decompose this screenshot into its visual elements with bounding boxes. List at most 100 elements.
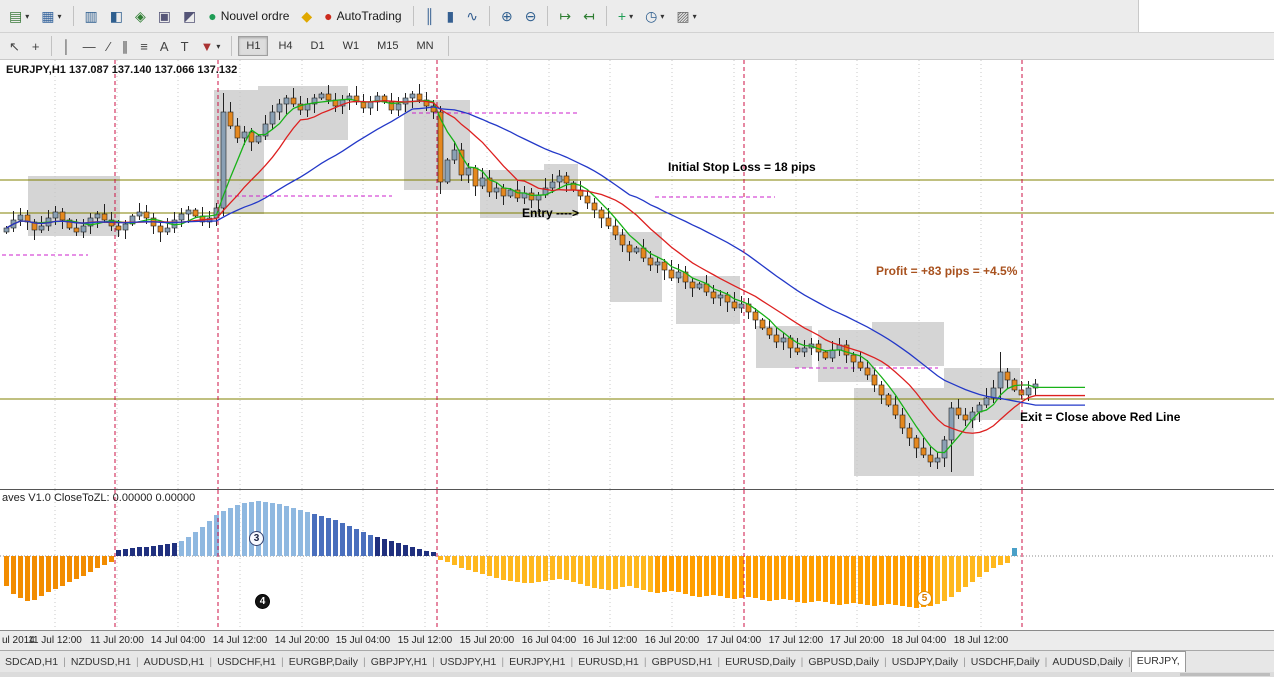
candlestick-chart-icon[interactable]: ▮ [442, 4, 460, 28]
toolbar-drawing: ↖ + │ ― ∕ ∥ ≡ A T ▼ ▾ H1 H4 D1 W1 M15 MN [0, 33, 1274, 60]
market-watch-icon: ▥ [84, 8, 98, 24]
line-chart-icon: ∿ [466, 8, 478, 24]
vertical-gridlines [54, 60, 982, 489]
chart-tab-eurusd-daily[interactable]: EURUSD,Daily [720, 653, 801, 671]
annotation-entry: Entry ----> [522, 206, 579, 220]
terminal-icon[interactable]: ▣ [153, 4, 176, 28]
caret-down-icon[interactable]: ▾ [693, 12, 697, 21]
vertical-line-icon[interactable]: │ [58, 36, 76, 57]
profiles-icon[interactable]: ▦ ▾ [36, 4, 66, 28]
zoom-out-icon[interactable]: ⊖ [520, 4, 542, 28]
templates-icon: ▨ [676, 8, 690, 24]
chart-tab-usdjpy-daily[interactable]: USDJPY,Daily [887, 653, 963, 671]
price-chart-canvas[interactable] [0, 60, 1274, 489]
new-order-button[interactable]: ● Nouvel ordre [203, 4, 294, 28]
zoom-in-icon[interactable]: ⊕ [496, 4, 518, 28]
wave-marker-5: 5 [917, 591, 932, 606]
timeframe-w1[interactable]: W1 [335, 36, 368, 56]
indicator-label: aves V1.0 CloseToZL: 0.00000 0.00000 [2, 492, 196, 504]
bar-chart-icon[interactable]: ║ [420, 4, 440, 28]
drawing-tools-group: ↖ + │ ― ∕ ∥ ≡ A T ▼ ▾ [3, 36, 237, 57]
cursor-icon: ↖ [9, 38, 20, 54]
toolbar-separator [412, 6, 414, 26]
strategy-tester-icon[interactable]: ◩ [178, 4, 201, 28]
mt4-window: ▤ ▾ ▦ ▾ ▥ ◧ ◈ ▣ ◩ ● Nouvel ordre ◆ ● AutoTrading ║ ▮ ∿ ⊕ ⊖… [0, 0, 1274, 677]
caret-down-icon[interactable]: ▾ [25, 12, 29, 21]
navigator-icon[interactable]: ◈ [130, 4, 151, 28]
toolbar-separator [605, 6, 607, 26]
time-tick-label: 18 Jul 12:00 [953, 635, 1009, 646]
new-order-button-label: Nouvel ordre [220, 9, 290, 23]
equidistant-channel-icon[interactable]: ∥ [117, 36, 134, 57]
periods-icon: ◷ [645, 8, 658, 24]
autotrading-button[interactable]: ● AutoTrading [319, 4, 406, 28]
chart-tab-nzdusd-h1[interactable]: NZDUSD,H1 [66, 653, 136, 671]
arrows-icon[interactable]: ▼ ▾ [196, 36, 226, 57]
wave-marker-3: 3 [249, 531, 264, 546]
new-order-button: ● [208, 8, 217, 24]
fibonacci-icon[interactable]: ≡ [135, 36, 153, 57]
chart-tab-eurusd-h1[interactable]: EURUSD,H1 [573, 653, 644, 671]
new-chart-icon[interactable]: ▤ ▾ [4, 4, 34, 28]
timeframe-h4[interactable]: H4 [270, 36, 300, 56]
periods-icon[interactable]: ◷ ▾ [640, 4, 669, 28]
toolbar-separator [50, 36, 52, 56]
chart-tab-audusd-daily[interactable]: AUDUSD,Daily [1047, 653, 1128, 671]
chart-area[interactable]: EURJPY,H1 137.087 137.140 137.066 137.13… [0, 60, 1274, 489]
indicator-panel[interactable]: aves V1.0 CloseToZL: 0.00000 0.00000 3 4 5 [0, 489, 1274, 631]
chart-tab-eurgbp-daily[interactable]: EURGBP,Daily [284, 653, 363, 671]
timeframe-m15[interactable]: M15 [369, 36, 406, 56]
auto-scroll-icon[interactable]: ↦ [554, 4, 576, 28]
wave-marker-4: 4 [255, 594, 270, 609]
caret-down-icon[interactable]: ▾ [629, 12, 633, 21]
chart-tab-usdchf-daily[interactable]: USDCHF,Daily [966, 653, 1045, 671]
chart-tab-eurjpy-h1[interactable]: EURJPY,H1 [504, 653, 570, 671]
oscillator-canvas[interactable] [0, 490, 1274, 631]
caret-down-icon[interactable]: ▾ [660, 12, 664, 21]
bar-chart-icon: ║ [424, 8, 435, 24]
text-icon[interactable]: A [155, 36, 174, 57]
timeframe-switcher: H1 H4 D1 W1 M15 MN [237, 36, 453, 56]
autotrading-button: ● [324, 8, 333, 24]
cursor-icon[interactable]: ↖ [4, 36, 25, 57]
chart-tab-eurjpy-[interactable]: EURJPY, [1130, 651, 1186, 672]
text-icon: A [159, 38, 169, 54]
timeframe-mn[interactable]: MN [409, 36, 442, 56]
chart-tab-audusd-h1[interactable]: AUDUSD,H1 [139, 653, 210, 671]
scrollbar-thumb[interactable] [1180, 673, 1270, 676]
annotation-exit: Exit = Close above Red Line [1020, 410, 1181, 424]
chart-tab-usdchf-h1[interactable]: USDCHF,H1 [212, 653, 281, 671]
indicators-icon[interactable]: + ▾ [613, 4, 638, 28]
fibonacci-icon: ≡ [140, 38, 148, 54]
text-label-icon[interactable]: T [176, 36, 194, 57]
chart-tab-usdjpy-h1[interactable]: USDJPY,H1 [435, 653, 501, 671]
timeframe-d1[interactable]: D1 [303, 36, 333, 56]
metaeditor-icon[interactable]: ◆ [296, 4, 317, 28]
horizontal-scrollbar[interactable] [0, 672, 1274, 677]
chart-tab-gbpusd-daily[interactable]: GBPUSD,Daily [803, 653, 884, 671]
chart-tab-gbpjpy-h1[interactable]: GBPJPY,H1 [366, 653, 432, 671]
caret-down-icon[interactable]: ▾ [57, 12, 61, 21]
chart-tab-gbpusd-h1[interactable]: GBPUSD,H1 [647, 653, 718, 671]
time-axis: ul 2014 11 Jul 12:00 11 Jul 20:00 14 Jul 04… [0, 630, 1274, 650]
terminal-icon: ▣ [157, 8, 171, 24]
zoom-out-icon: ⊖ [524, 8, 537, 24]
line-chart-icon[interactable]: ∿ [461, 4, 483, 28]
market-watch-icon[interactable]: ▥ [80, 4, 103, 28]
templates-icon[interactable]: ▨ ▾ [671, 4, 701, 28]
horizontal-line-icon[interactable]: ― [78, 36, 101, 57]
trendline-icon[interactable]: ∕ [103, 36, 115, 57]
strategy-tester-icon: ◩ [182, 8, 197, 24]
annotation-stop_loss: Initial Stop Loss = 18 pips [668, 160, 816, 174]
toolbar-separator [231, 36, 233, 56]
caret-down-icon[interactable]: ▾ [216, 42, 220, 51]
crosshair-icon[interactable]: + [27, 36, 45, 57]
chart-shift-icon[interactable]: ↤ [578, 4, 600, 28]
data-window-icon[interactable]: ◧ [105, 4, 128, 28]
metaeditor-icon: ◆ [301, 8, 313, 24]
vertical-line-icon: │ [62, 38, 71, 54]
chart-tab-sdcad-h1[interactable]: SDCAD,H1 [0, 653, 63, 671]
timeframe-h1[interactable]: H1 [238, 36, 269, 56]
auto-scroll-icon: ↦ [559, 8, 572, 24]
toolbar-blank-panel [1138, 0, 1274, 32]
